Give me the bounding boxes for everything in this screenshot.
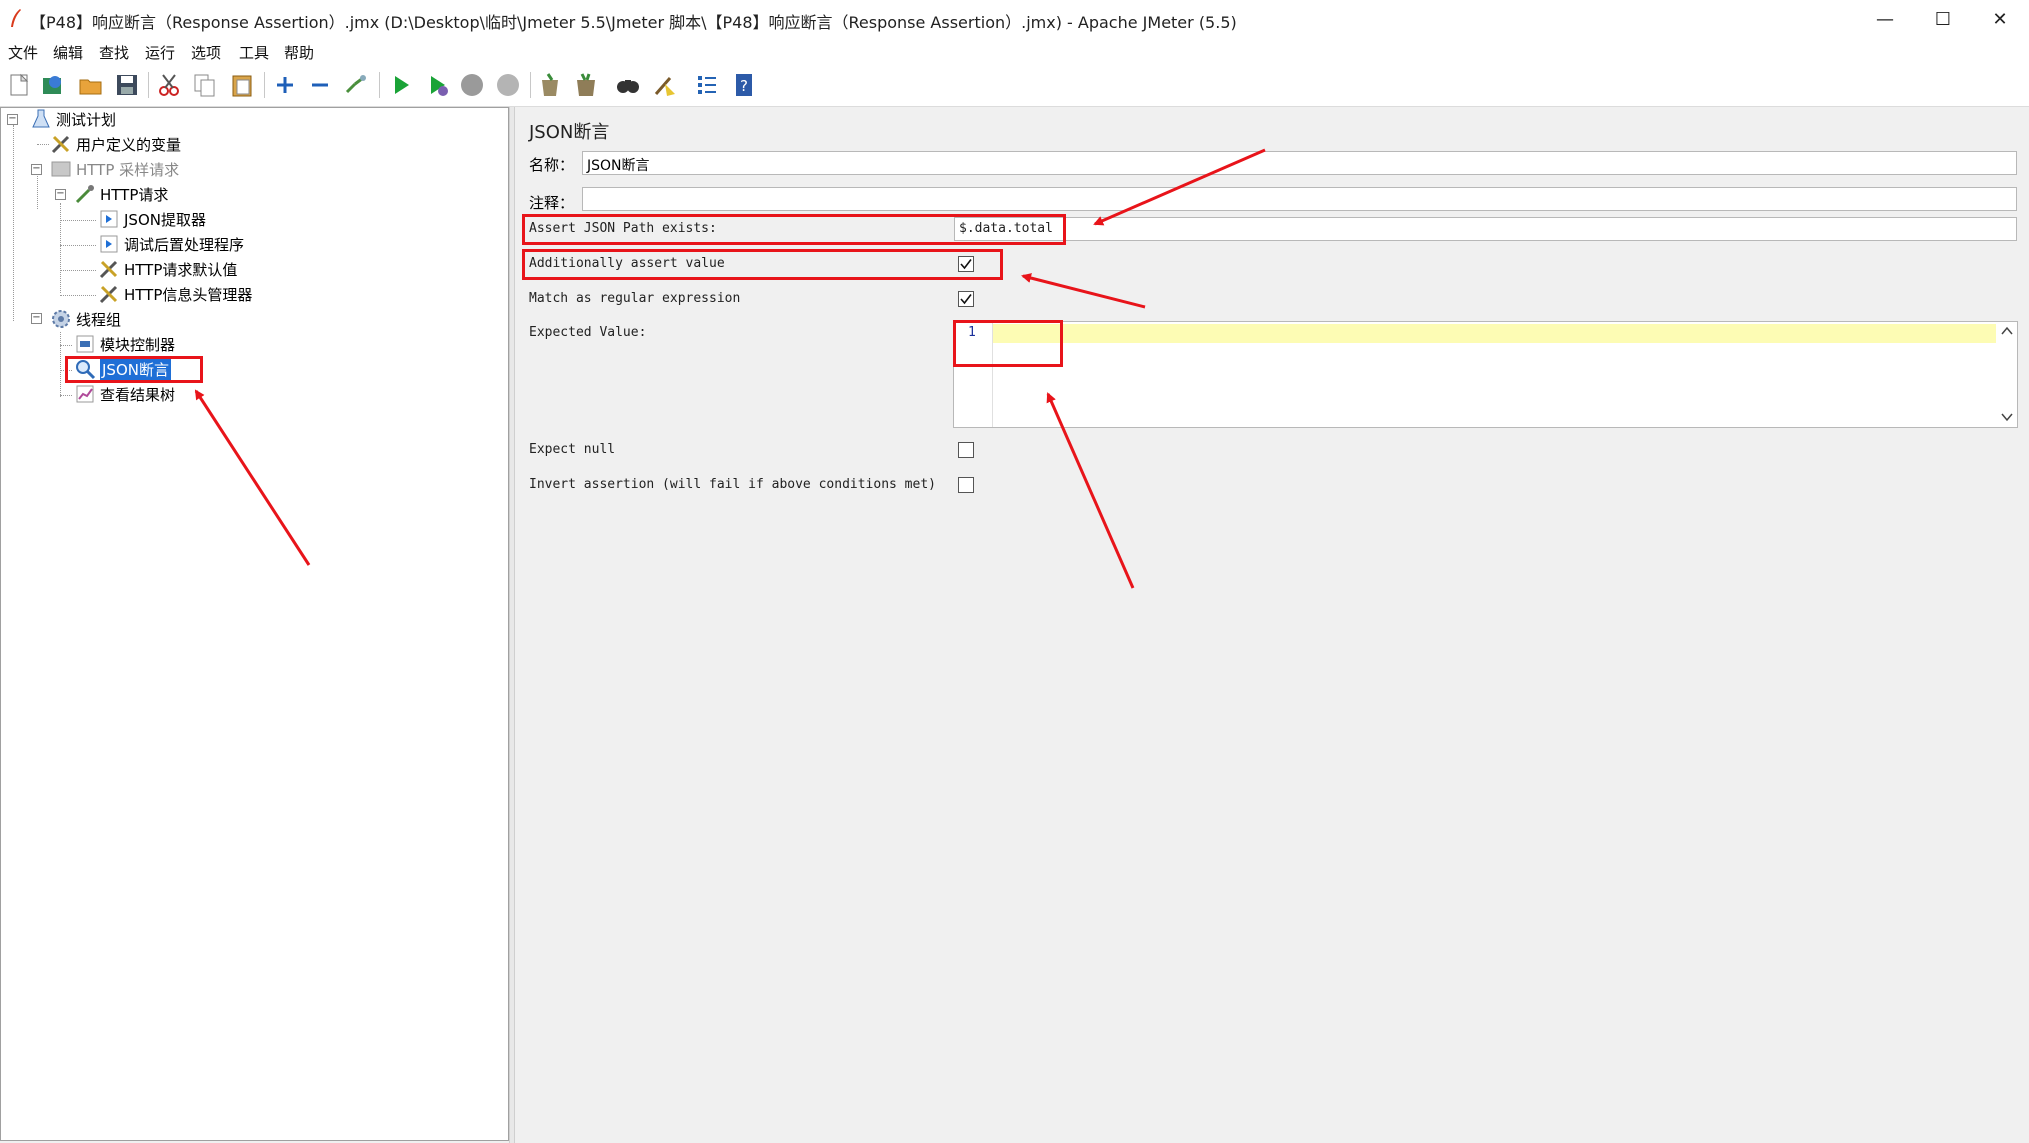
annotation-arrow (1093, 148, 1266, 226)
annotation-arrow (194, 389, 311, 566)
annotation-arrow (1021, 273, 1146, 309)
annotation-arrows (194, 148, 1266, 589)
annotation-arrow (1046, 392, 1135, 589)
